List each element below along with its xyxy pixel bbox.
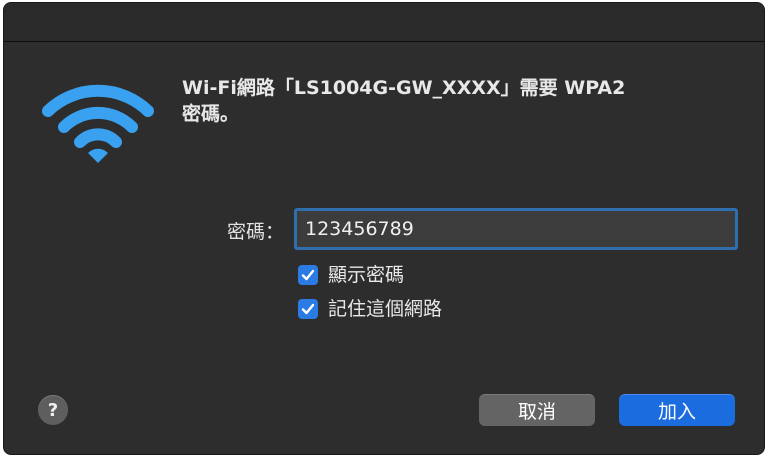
remember-network-checkbox-row[interactable]: 記住這個網路 (298, 296, 442, 322)
checkmark-icon (301, 303, 315, 315)
show-password-checkbox-row[interactable]: 顯示密碼 (298, 262, 404, 288)
message-line-1: Wi-Fi網路「LS1004G-GW_XXXX」需要 WPA2 (182, 77, 626, 99)
show-password-checkbox[interactable] (298, 265, 318, 285)
checkmark-icon (301, 269, 315, 281)
screen: Wi-Fi網路「LS1004G-GW_XXXX」需要 WPA2 密碼。 密碼： … (0, 0, 768, 458)
cancel-button[interactable]: 取消 (479, 394, 595, 426)
help-icon: ? (47, 399, 59, 421)
message-line-2: 密碼。 (182, 103, 240, 125)
show-password-label: 顯示密碼 (328, 264, 405, 286)
join-button-label: 加入 (657, 401, 696, 423)
help-button[interactable]: ? (38, 395, 68, 425)
remember-network-label: 記住這個網路 (328, 298, 443, 320)
remember-network-checkbox[interactable] (298, 299, 318, 319)
join-button[interactable]: 加入 (619, 394, 735, 426)
wifi-password-dialog: Wi-Fi網路「LS1004G-GW_XXXX」需要 WPA2 密碼。 密碼： … (3, 2, 765, 455)
wifi-icon (42, 84, 154, 163)
password-label: 密碼： (226, 221, 284, 243)
password-input[interactable] (294, 208, 738, 250)
cancel-button-label: 取消 (517, 401, 556, 423)
dialog-titlebar (4, 3, 764, 42)
dialog-message: Wi-Fi網路「LS1004G-GW_XXXX」需要 WPA2 密碼。 (182, 75, 702, 127)
